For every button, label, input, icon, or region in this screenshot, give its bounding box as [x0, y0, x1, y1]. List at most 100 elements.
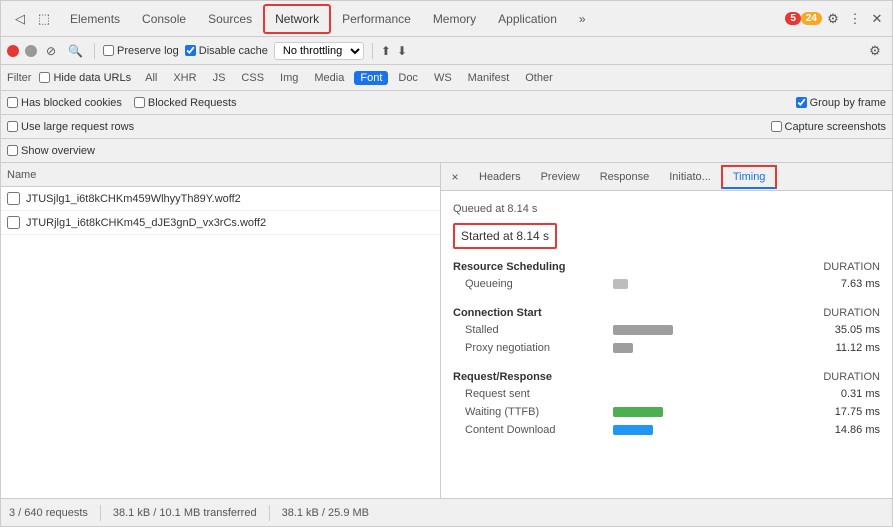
ellipsis-icon[interactable]: ⋮ — [844, 8, 866, 30]
tab-response[interactable]: Response — [590, 167, 660, 187]
capture-screenshots-checkbox[interactable] — [771, 121, 782, 132]
chip-all[interactable]: All — [139, 71, 163, 85]
record-button[interactable] — [7, 45, 19, 57]
requests-header-label: Name — [7, 169, 36, 181]
main-area: Name JTUSjlg1_i6t8kCHKm459WlhyyTh89Y.wof… — [1, 163, 892, 498]
requests-panel: Name JTUSjlg1_i6t8kCHKm459WlhyyTh89Y.wof… — [1, 163, 441, 498]
clear-button[interactable] — [25, 45, 37, 57]
nav-icons: ◁ ⬚ — [5, 8, 59, 30]
tab-console[interactable]: Console — [131, 5, 197, 33]
row-checkbox-1[interactable] — [7, 192, 20, 205]
download-icon[interactable]: ⬇ — [397, 44, 407, 58]
preserve-log-checkbox[interactable] — [103, 45, 114, 56]
queueing-bar — [613, 279, 628, 289]
settings-icon[interactable]: ⚙ — [822, 8, 844, 30]
disable-cache-label[interactable]: Disable cache — [185, 45, 268, 57]
inspect-icon[interactable]: ⬚ — [33, 8, 55, 30]
upload-icon[interactable]: ⬆ — [381, 44, 391, 58]
stalled-duration: 35.05 ms — [820, 324, 880, 336]
tab-preview[interactable]: Preview — [531, 167, 590, 187]
options-row-2: Use large request rows Capture screensho… — [1, 115, 892, 139]
request-name-1: JTUSjlg1_i6t8kCHKm459WlhyyTh89Y.woff2 — [26, 193, 241, 205]
throttle-select[interactable]: No throttling — [274, 42, 364, 60]
request-sent-row: Request sent 0.31 ms — [453, 385, 880, 403]
hide-data-urls-checkbox[interactable] — [39, 72, 50, 83]
has-blocked-cookies-text: Has blocked cookies — [21, 97, 122, 109]
tab-network[interactable]: Network — [263, 4, 331, 34]
has-blocked-cookies-label[interactable]: Has blocked cookies — [7, 97, 122, 109]
table-row[interactable]: JTUSjlg1_i6t8kCHKm459WlhyyTh89Y.woff2 — [1, 187, 440, 211]
chip-img[interactable]: Img — [274, 71, 304, 85]
group-by-frame-checkbox[interactable] — [796, 97, 807, 108]
waiting-row: Waiting (TTFB) 17.75 ms — [453, 403, 880, 421]
close-devtools-icon[interactable]: ✕ — [866, 8, 888, 30]
tab-sources[interactable]: Sources — [197, 5, 263, 33]
tab-timing[interactable]: Timing — [721, 165, 778, 189]
options-left: Has blocked cookies Blocked Requests — [7, 97, 237, 109]
filter-label: Filter — [7, 72, 31, 84]
duration-label-3: DURATION — [823, 371, 880, 383]
chip-font[interactable]: Font — [354, 71, 388, 85]
large-rows-checkbox[interactable] — [7, 121, 18, 132]
tab-more[interactable]: » — [568, 5, 597, 33]
network-settings-icon[interactable]: ⚙ — [864, 40, 886, 62]
tab-headers[interactable]: Headers — [469, 167, 531, 187]
devtools-window: ◁ ⬚ Elements Console Sources Network Per… — [0, 0, 893, 527]
row-checkbox-2[interactable] — [7, 216, 20, 229]
blocked-requests-text: Blocked Requests — [148, 97, 237, 109]
tab-initiator[interactable]: Initiato... — [659, 167, 721, 187]
content-download-row: Content Download 14.86 ms — [453, 421, 880, 439]
options-row-1: Has blocked cookies Blocked Requests Gro… — [1, 91, 892, 115]
chip-media[interactable]: Media — [308, 71, 350, 85]
preserve-log-label[interactable]: Preserve log — [103, 45, 179, 57]
has-blocked-cookies-checkbox[interactable] — [7, 97, 18, 108]
filter-chips: All XHR JS CSS Img Media Font Doc WS Man… — [139, 71, 559, 85]
show-overview-checkbox[interactable] — [7, 145, 18, 156]
show-overview-label[interactable]: Show overview — [7, 145, 95, 157]
group-by-frame-label[interactable]: Group by frame — [796, 97, 886, 109]
queueing-label: Queueing — [453, 278, 613, 290]
tab-elements[interactable]: Elements — [59, 5, 131, 33]
proxy-bar — [613, 343, 633, 353]
connection-start-label: Connection Start — [453, 307, 542, 319]
chip-doc[interactable]: Doc — [392, 71, 424, 85]
timing-content: Queued at 8.14 s Started at 8.14 s Resou… — [441, 191, 892, 457]
duration-label-1: DURATION — [823, 261, 880, 273]
options-right: Group by frame — [796, 97, 886, 109]
tab-application[interactable]: Application — [487, 5, 568, 33]
waiting-bar — [613, 407, 663, 417]
capture-screenshots-label[interactable]: Capture screenshots — [771, 121, 887, 133]
chip-other[interactable]: Other — [519, 71, 559, 85]
tab-performance[interactable]: Performance — [331, 5, 422, 33]
tab-memory[interactable]: Memory — [422, 5, 487, 33]
divider-2 — [372, 43, 373, 59]
timing-panel: × Headers Preview Response Initiato... T… — [441, 163, 892, 498]
table-row[interactable]: JTURjlg1_i6t8kCHKm45_dJE3gnD_vx3rCs.woff… — [1, 211, 440, 235]
chip-xhr[interactable]: XHR — [167, 71, 202, 85]
status-divider-1 — [100, 505, 101, 521]
chip-manifest[interactable]: Manifest — [462, 71, 516, 85]
blocked-requests-label[interactable]: Blocked Requests — [134, 97, 237, 109]
connection-start-header: Connection Start DURATION — [453, 303, 880, 321]
disable-cache-checkbox[interactable] — [185, 45, 196, 56]
started-at: Started at 8.14 s — [453, 223, 557, 249]
proxy-bar-area — [613, 343, 820, 353]
queueing-bar-area — [613, 279, 820, 289]
filter-icon[interactable]: ⊘ — [43, 42, 59, 60]
connection-start-section: Connection Start DURATION Stalled 35.05 … — [453, 303, 880, 357]
hide-data-urls-label[interactable]: Hide data URLs — [39, 72, 131, 84]
content-duration: 14.86 ms — [820, 424, 880, 436]
back-icon[interactable]: ◁ — [9, 8, 31, 30]
show-overview-text: Show overview — [21, 145, 95, 157]
large-rows-label[interactable]: Use large request rows — [7, 121, 134, 133]
blocked-requests-checkbox[interactable] — [134, 97, 145, 108]
chip-js[interactable]: JS — [207, 71, 232, 85]
chip-ws[interactable]: WS — [428, 71, 458, 85]
divider-1 — [94, 43, 95, 59]
status-divider-2 — [269, 505, 270, 521]
search-icon[interactable]: 🔍 — [65, 42, 86, 60]
waiting-label: Waiting (TTFB) — [453, 406, 613, 418]
close-panel-button[interactable]: × — [445, 167, 465, 187]
devtools-tab-bar: ◁ ⬚ Elements Console Sources Network Per… — [1, 1, 892, 37]
chip-css[interactable]: CSS — [235, 71, 270, 85]
